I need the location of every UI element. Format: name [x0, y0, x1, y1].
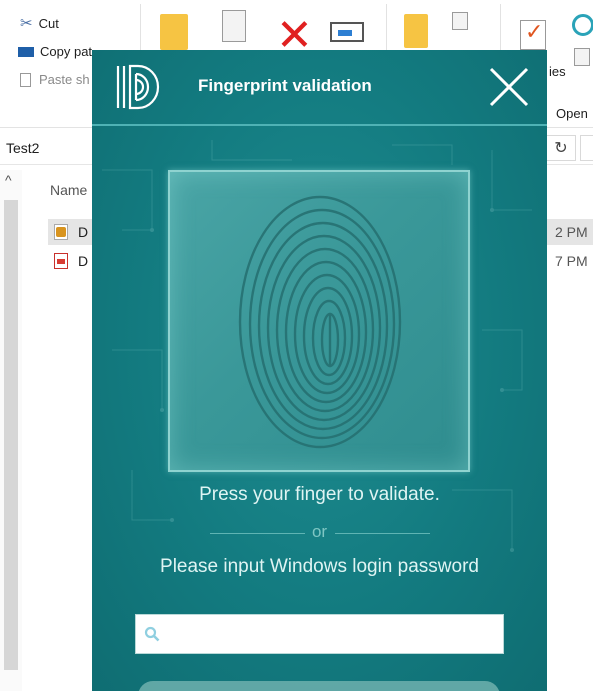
address-path: Test2	[6, 140, 40, 156]
open-icon[interactable]	[572, 14, 593, 36]
column-header-name[interactable]: Name	[50, 182, 87, 198]
refresh-button[interactable]: ↻	[546, 135, 576, 161]
search-icon	[144, 626, 160, 642]
close-icon[interactable]	[486, 64, 532, 110]
password-input[interactable]	[164, 615, 500, 653]
edit-icon[interactable]	[574, 48, 590, 66]
file-date: 2 PM	[555, 224, 588, 240]
copy-path-icon	[18, 46, 34, 57]
cut-label: Cut	[38, 15, 59, 31]
fingerprint-icon	[238, 195, 402, 449]
id-fingerprint-logo-icon	[116, 64, 160, 110]
password-instruction: Please input Windows login password	[160, 556, 479, 577]
paste-shortcut-button[interactable]: Paste sh	[20, 72, 90, 87]
new-item-icon[interactable]	[452, 12, 468, 30]
document-icon	[54, 224, 68, 240]
paste-shortcut-icon	[20, 72, 31, 87]
open-group-label: Open	[556, 106, 588, 121]
or-divider: or	[92, 522, 547, 544]
copy-path-button[interactable]: Copy pat	[18, 44, 92, 59]
explorer-search-box[interactable]	[580, 135, 593, 161]
dialog-title: Fingerprint validation	[198, 76, 372, 95]
fingerprint-dialog: Fingerprint validation Press your finger…	[92, 50, 547, 691]
password-field[interactable]	[135, 614, 504, 654]
pdf-icon	[54, 253, 68, 269]
cut-button[interactable]: ✂ Cut	[20, 14, 59, 32]
navigation-pane: ^	[0, 170, 22, 691]
rename-icon[interactable]	[330, 22, 364, 42]
file-name: D	[78, 224, 89, 240]
file-name: D	[78, 253, 89, 269]
move-to-folder-icon[interactable]	[160, 14, 188, 50]
or-label: or	[311, 522, 328, 541]
copy-path-label: Copy pat	[40, 44, 93, 59]
properties-icon[interactable]	[520, 19, 546, 50]
header-divider	[92, 124, 547, 126]
nav-scrollbar[interactable]	[4, 200, 18, 670]
submit-button[interactable]	[138, 681, 500, 691]
dialog-header: Fingerprint validation	[92, 50, 547, 124]
new-folder-icon[interactable]	[404, 14, 428, 48]
copy-to-icon[interactable]	[222, 10, 246, 42]
press-finger-instruction: Press your finger to validate.	[199, 484, 440, 505]
chevron-up-icon[interactable]: ^	[5, 172, 12, 188]
scissors-icon: ✂	[20, 15, 33, 32]
fingerprint-scan-area[interactable]	[168, 170, 470, 472]
refresh-icon: ↻	[554, 140, 568, 157]
properties-label: ies	[549, 64, 566, 79]
file-date: 7 PM	[555, 253, 588, 269]
paste-shortcut-label: Paste sh	[39, 72, 90, 87]
